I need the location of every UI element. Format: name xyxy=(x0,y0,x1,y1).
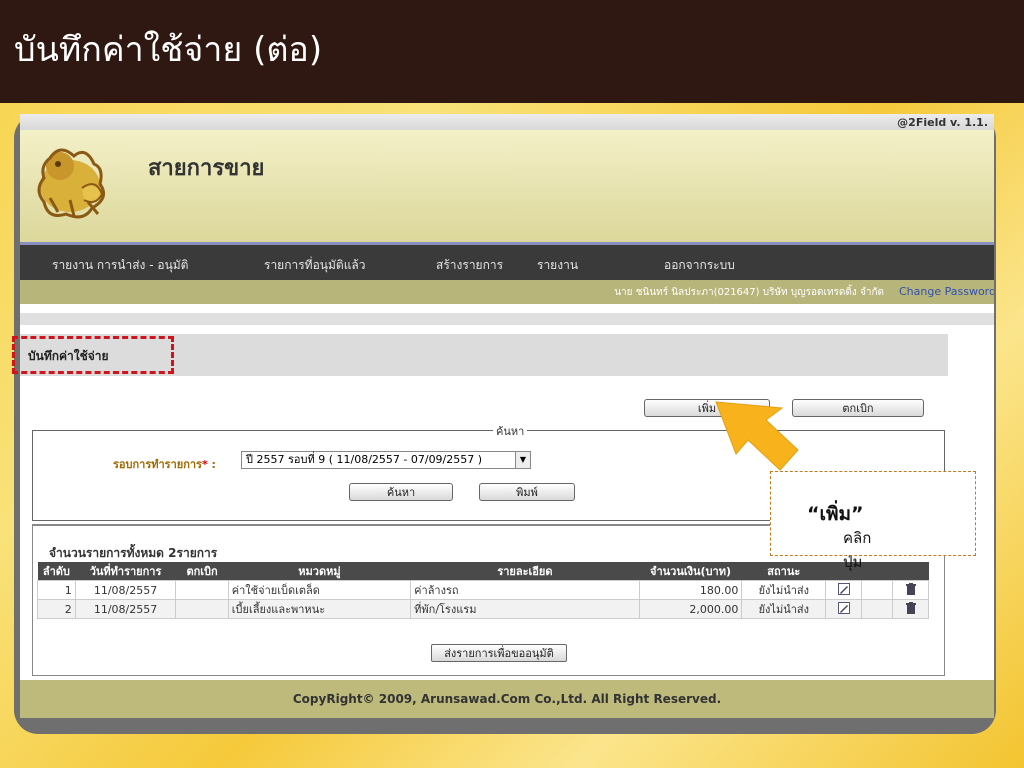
nav-approved-items[interactable]: รายการที่อนุมัติแล้ว xyxy=(264,256,366,275)
lion-logo-icon xyxy=(37,148,106,219)
expense-table: ลำดับ วันที่ทำรายการ ตกเบิก หมวดหมู่ ราย… xyxy=(37,562,929,619)
row-amount: 2,000.00 xyxy=(638,599,743,619)
col-detail: รายละเอียด xyxy=(410,562,640,581)
trash-icon[interactable] xyxy=(905,582,916,595)
chevron-down-icon[interactable]: ▼ xyxy=(515,451,531,469)
row-detail: ที่พัก/โรงแรม xyxy=(410,599,640,619)
row-date: 11/08/2557 xyxy=(74,580,177,600)
round-label: รอบการทำรายการ* : xyxy=(113,455,216,473)
col-amount: จำนวนเงิน(บาท) xyxy=(639,562,742,581)
main-nav: รายงาน การนำส่ง - อนุมัติ รายการที่อนุมั… xyxy=(20,242,994,280)
edit-cell xyxy=(825,599,862,619)
app-header: สายการขาย xyxy=(20,130,994,242)
app-title: สายการขาย xyxy=(148,156,265,181)
round-label-text: รอบการทำรายการ xyxy=(113,458,202,471)
col-category: หมวดหมู่ xyxy=(228,562,411,581)
submit-approval-button[interactable]: ส่งรายการเพื่อขออนุมัติ xyxy=(431,644,567,662)
row-category: ค่าใช้จ่ายเบ็ดเตล็ด xyxy=(227,580,412,600)
nav-report-approve[interactable]: รายงาน การนำส่ง - อนุมัติ xyxy=(52,256,188,275)
footer: CopyRight© 2009, Arunsawad.Com Co.,Ltd. … xyxy=(20,680,994,718)
copyright: CopyRight© 2009, Arunsawad.Com Co.,Ltd. … xyxy=(292,692,722,706)
callout-prefix: คลิกปุ่ม xyxy=(843,529,872,571)
item-count-unit: รายการ xyxy=(176,546,218,560)
table-row[interactable]: 2 11/08/2557 เบี้ยเลี้ยงและพาหนะ ที่พัก/… xyxy=(37,599,929,619)
col-delete xyxy=(892,562,929,581)
user-bar: นาย ชนินทร์ นิลประภา(021647) บริษัท บุญร… xyxy=(20,280,994,304)
row-withdraw xyxy=(175,599,229,619)
delete-cell xyxy=(892,580,929,600)
item-count: จำนวนรายการทั้งหมด 2รายการ xyxy=(49,544,217,563)
nav-create-item[interactable]: สร้างรายการ xyxy=(436,256,503,275)
nav-report[interactable]: รายงาน xyxy=(537,256,578,275)
slide-title-bar: บันทึกค่าใช้จ่าย (ต่อ) xyxy=(0,0,1024,103)
table-row[interactable]: 1 11/08/2557 ค่าใช้จ่ายเบ็ดเตล็ด ค่าล้าง… xyxy=(37,580,929,600)
trash-icon[interactable] xyxy=(905,601,916,614)
item-count-label: จำนวนรายการทั้งหมด xyxy=(49,546,164,560)
blank-cell xyxy=(860,599,894,619)
col-date: วันที่ทำรายการ xyxy=(75,562,176,581)
separator xyxy=(20,313,994,325)
col-status: สถานะ xyxy=(741,562,826,581)
col-withdraw: ตกเบิก xyxy=(175,562,229,581)
row-detail: ค่าล้างรถ xyxy=(410,580,640,600)
change-password-link[interactable]: Change Password xyxy=(899,285,994,298)
row-date: 11/08/2557 xyxy=(74,599,177,619)
print-button[interactable]: พิมพ์ xyxy=(479,483,575,501)
callout-text: คลิกปุ่ม “เพิ่ม” xyxy=(807,499,871,571)
row-category: เบี้ยเลี้ยงและพาหนะ xyxy=(227,599,412,619)
round-select[interactable]: ปี 2557 รอบที่ 9 ( 11/08/2557 - 07/09/25… xyxy=(241,451,531,469)
withdraw-button[interactable]: ตกเบิก xyxy=(792,399,924,417)
delete-cell xyxy=(892,599,929,619)
highlight-box xyxy=(12,336,174,374)
round-select-value: ปี 2557 รอบที่ 9 ( 11/08/2557 - 07/09/25… xyxy=(246,453,483,466)
edit-icon[interactable] xyxy=(837,601,850,614)
nav-logout[interactable]: ออกจากระบบ xyxy=(664,256,735,275)
search-legend: ค้นหา xyxy=(493,422,528,440)
blank-cell xyxy=(860,580,894,600)
edit-icon[interactable] xyxy=(837,582,850,595)
edit-cell xyxy=(825,580,862,600)
row-no: 1 xyxy=(37,580,76,600)
instruction-callout: คลิกปุ่ม “เพิ่ม” xyxy=(770,471,976,571)
table-header: ลำดับ วันที่ทำรายการ ตกเบิก หมวดหมู่ ราย… xyxy=(37,562,929,581)
round-label-colon: : xyxy=(207,458,216,471)
row-status: ยังไม่นำส่ง xyxy=(741,580,827,600)
item-count-value: 2 xyxy=(168,546,177,560)
pointer-arrow-icon xyxy=(715,401,799,471)
app-window: @2Field v. 1.1. สายการขาย รายงาน การนำส่… xyxy=(20,114,994,718)
version-label: @2Field v. 1.1. xyxy=(897,116,988,129)
row-status: ยังไม่นำส่ง xyxy=(741,599,827,619)
row-withdraw xyxy=(175,580,229,600)
user-info: นาย ชนินทร์ นิลประภา(021647) บริษัท บุญร… xyxy=(614,287,884,298)
search-button[interactable]: ค้นหา xyxy=(349,483,453,501)
row-no: 2 xyxy=(37,599,76,619)
row-amount: 180.00 xyxy=(638,580,743,600)
col-no: ลำดับ xyxy=(37,562,76,581)
top-strip: @2Field v. 1.1. xyxy=(20,114,994,130)
slide-title: บันทึกค่าใช้จ่าย (ต่อ) xyxy=(14,30,323,70)
callout-emphasis: “เพิ่ม” xyxy=(807,503,864,525)
